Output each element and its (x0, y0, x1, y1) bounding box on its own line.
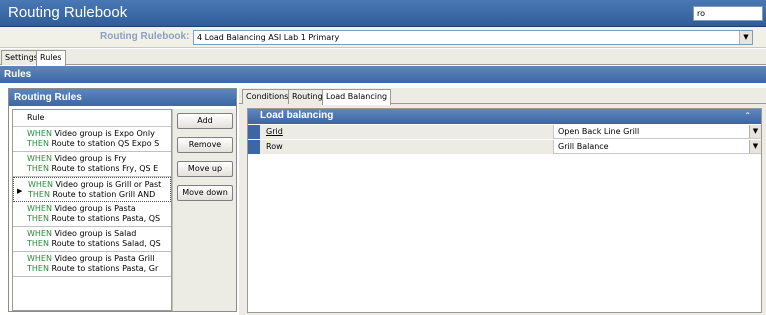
list-item[interactable]: WHEN Video group is Pasta THEN Route to … (13, 202, 171, 227)
tab-conditions[interactable]: Conditions (242, 89, 293, 104)
rule-action: Route to station QS Expo S (48, 139, 160, 148)
when-keyword: WHEN (27, 204, 52, 213)
row-gutter (248, 140, 260, 154)
property-name-text: Grid (266, 127, 283, 136)
when-keyword: WHEN (27, 254, 52, 263)
list-item-selected[interactable]: ▶ WHEN Video group is Grill or Past THEN… (13, 177, 171, 202)
property-row-row[interactable]: Row Grill Balance ▼ (248, 140, 761, 154)
section-title: Rules (0, 66, 766, 83)
rule-column-header: Rule (13, 110, 171, 127)
load-balancing-header: Load balancing ⌃ (248, 109, 761, 124)
list-item[interactable]: WHEN Video group is Salad THEN Route to … (13, 227, 171, 252)
rule-condition: Video group is Expo Only (51, 129, 155, 138)
row-pointer-icon: ▶ (17, 187, 23, 195)
search-input[interactable]: ro (693, 6, 763, 21)
when-keyword: WHEN (27, 129, 52, 138)
when-keyword: WHEN (27, 154, 52, 163)
rule-detail-panel: Conditions Routing Load Balancing Load b… (239, 88, 766, 315)
list-item[interactable]: WHEN Video group is Pasta Grill THEN Rou… (13, 252, 171, 277)
then-keyword: THEN (27, 214, 49, 223)
chevron-down-icon[interactable]: ▼ (749, 125, 761, 138)
remove-button[interactable]: Remove (177, 137, 233, 153)
window-title: Routing Rulebook (8, 4, 128, 21)
rule-condition: Video group is Grill or Past (52, 180, 162, 189)
collapse-icon[interactable]: ⌃ (744, 111, 751, 120)
property-value[interactable]: Grill Balance (555, 140, 750, 154)
rulebook-row: Routing Rulebook: 4 Load Balancing ASI L… (0, 27, 766, 48)
rule-action: Route to station Grill AND (49, 190, 156, 199)
property-name: Row (260, 140, 554, 154)
row-gutter (248, 125, 260, 139)
rule-condition: Video group is Pasta (51, 204, 136, 213)
then-keyword: THEN (28, 190, 50, 199)
rule-button-column: Add Remove Move up Move down (172, 109, 236, 311)
rulebook-label: Routing Rulebook: (100, 31, 190, 42)
property-name-text: Row (266, 142, 283, 151)
when-keyword: WHEN (28, 180, 53, 189)
property-row-grid[interactable]: Grid Open Back Line Grill ▼ (248, 125, 761, 139)
list-item[interactable]: WHEN Video group is Expo Only THEN Route… (13, 127, 171, 152)
sub-tab-strip: Conditions Routing Load Balancing (239, 88, 766, 105)
rule-condition: Video group is Fry (51, 154, 127, 163)
top-tab-strip: Settings Rules (0, 49, 766, 66)
rulebook-select-value: 4 Load Balancing ASI Lab 1 Primary (197, 33, 340, 42)
tab-load-balancing[interactable]: Load Balancing (322, 89, 392, 105)
then-keyword: THEN (27, 264, 49, 273)
rule-action: Route to stations Pasta, Gr (48, 264, 159, 273)
tab-rules[interactable]: Rules (36, 50, 66, 66)
when-keyword: WHEN (27, 229, 52, 238)
routing-rules-panel: Routing Rules Rule WHEN Video group is E… (8, 88, 237, 312)
load-balancing-grid: Load balancing ⌃ Grid Open Back Line Gri… (247, 108, 762, 313)
chevron-down-icon[interactable]: ▼ (749, 140, 761, 153)
tab-routing[interactable]: Routing (288, 89, 327, 104)
routing-rules-header: Routing Rules (9, 89, 236, 106)
add-button[interactable]: Add (177, 113, 233, 129)
rule-action: Route to stations Salad, QS (48, 239, 161, 248)
load-balancing-title: Load balancing (260, 110, 334, 121)
move-down-button[interactable]: Move down (177, 185, 233, 201)
rule-condition: Video group is Pasta Grill (51, 254, 155, 263)
list-item[interactable]: WHEN Video group is Fry THEN Route to st… (13, 152, 171, 177)
rule-action: Route to stations Fry, QS E (48, 164, 159, 173)
rulebook-select[interactable]: 4 Load Balancing ASI Lab 1 Primary ▼ (193, 30, 753, 45)
then-keyword: THEN (27, 139, 49, 148)
property-name: Grid (260, 125, 554, 139)
then-keyword: THEN (27, 164, 49, 173)
rule-condition: Video group is Salad (51, 229, 137, 238)
rule-action: Route to stations Pasta, QS (48, 214, 161, 223)
then-keyword: THEN (27, 239, 49, 248)
title-bar: Routing Rulebook ro (0, 0, 766, 27)
move-up-button[interactable]: Move up (177, 161, 233, 177)
property-value[interactable]: Open Back Line Grill (555, 125, 750, 139)
rule-list[interactable]: Rule WHEN Video group is Expo Only THEN … (12, 109, 172, 311)
chevron-down-icon[interactable]: ▼ (739, 31, 752, 44)
